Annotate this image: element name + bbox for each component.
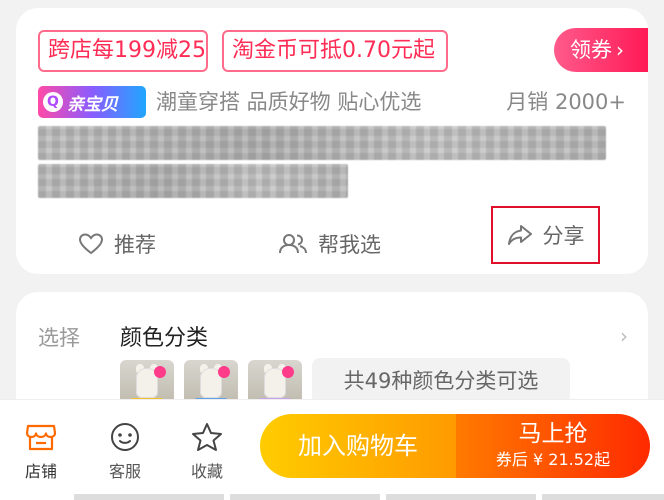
after-coupon-price: 券后 ¥ 21.52起 [495,450,611,469]
store-icon [25,424,57,451]
coupon-cross-store[interactable]: 跨店每199减25 [38,30,208,72]
people-icon [279,234,307,254]
add-to-cart-button[interactable]: 加入购物车 [260,414,456,478]
customer-service-icon [111,423,139,451]
qinbaobei-badge: Q 亲宝贝 [38,86,146,118]
product-title-blurred [38,164,348,198]
favorite-label: 收藏 [190,462,223,481]
favorite-button[interactable]: 收藏 [176,422,238,482]
share-icon [507,225,532,245]
recommend-label: 推荐 [114,233,156,257]
help-choose-label: 帮我选 [318,233,381,257]
qinbaobei-logo-icon: Q [43,92,63,112]
chevron-right-icon: › [616,38,624,62]
color-category-title: 颜色分类 [120,326,209,351]
coupon-taojinbi[interactable]: 淘金币可抵0.70元起 [222,30,448,72]
product-info-card: 跨店每199减25 淘金币可抵0.70元起 领券 › Q 亲宝贝 潮童穿搭 品质好… [16,8,648,274]
bottom-action-bar: 店铺 客服 收藏 加入购物车 马上抢 券后 ¥ 21.52起 [0,400,664,500]
qinbaobei-badge-label: 亲宝贝 [67,94,118,115]
claim-coupon-label: 领券 [570,38,612,62]
claim-coupon-button[interactable]: 领券 › [554,28,648,72]
star-icon [192,423,222,451]
product-tagline: 潮童穿搭 品质好物 贴心优选 [156,90,422,114]
chevron-right-icon: › [620,324,628,348]
store-nav-button[interactable]: 店铺 [10,422,72,482]
customer-service-button[interactable]: 客服 [94,422,156,482]
product-title-blurred [38,126,606,160]
bottom-strip-divider [74,494,664,500]
select-label: 选择 [38,326,80,350]
recommend-button[interactable]: 推荐 [78,218,156,270]
share-button[interactable]: 分享 [491,206,600,264]
monthly-sales: 月销 2000+ [506,90,626,114]
help-choose-button[interactable]: 帮我选 [278,218,381,270]
share-label: 分享 [542,224,585,248]
customer-service-label: 客服 [108,462,141,481]
buy-now-label: 马上抢 [518,421,588,447]
heart-icon [78,233,104,255]
buy-now-button[interactable]: 马上抢 券后 ¥ 21.52起 [456,414,650,478]
store-label: 店铺 [24,462,57,481]
variant-count-box[interactable]: 共49种颜色分类可选 [312,358,570,404]
